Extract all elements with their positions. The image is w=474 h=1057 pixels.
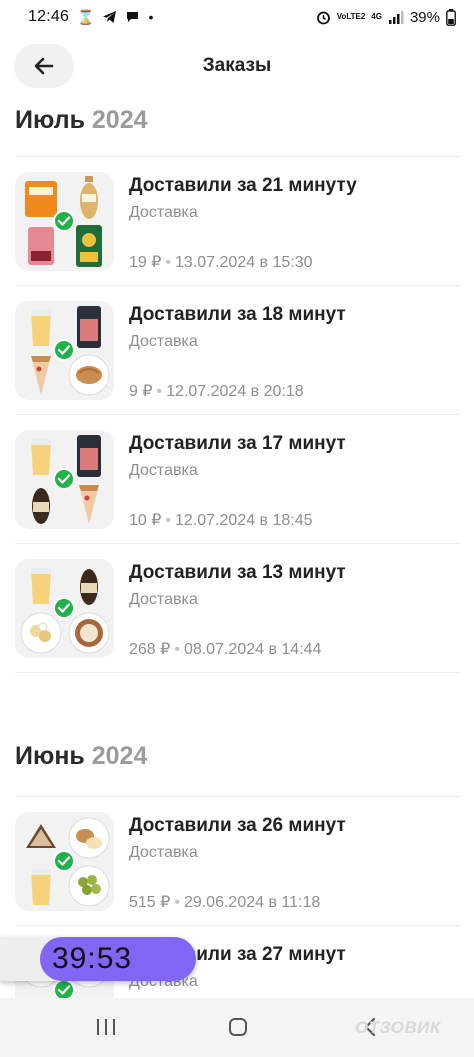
order-title: Доставили за 26 минут — [129, 815, 346, 836]
divider — [15, 672, 460, 673]
bread-icon — [79, 568, 98, 605]
section-header-june: Июнь 2024 — [15, 742, 147, 771]
hourglass-icon: ⌛ — [77, 9, 95, 25]
order-meta: 19 ₽ • 13.07.2024 в 15:30 — [129, 254, 313, 271]
order-price: 515 ₽ — [129, 894, 171, 911]
order-item[interactable]: Доставили за 13 минут Доставка 268 ₽ • 08.… — [15, 544, 460, 672]
delivered-check-icon — [53, 850, 75, 872]
back-nav-button[interactable] — [350, 1010, 390, 1044]
juice-glass-icon — [30, 438, 51, 475]
order-thumbnail — [15, 812, 114, 911]
juice-glass-icon — [30, 309, 51, 346]
pizza-slice-icon — [78, 484, 99, 524]
order-type: Доставка — [129, 591, 198, 608]
order-date: 08.07.2024 в 14:44 — [183, 641, 322, 658]
order-type: Доставка — [129, 844, 198, 861]
order-price: 19 ₽ — [129, 254, 162, 271]
header: Заказы — [0, 44, 474, 88]
year-label: 2024 — [91, 106, 148, 134]
delivered-check-icon — [53, 339, 75, 361]
timer-display[interactable]: 39:53 — [40, 937, 196, 981]
order-meta: 9 ₽ • 12.07.2024 в 20:18 — [129, 383, 304, 400]
back-chevron-icon — [364, 1017, 376, 1037]
section-header-july: Июль 2024 — [15, 106, 148, 135]
juice-glass-icon — [30, 567, 51, 604]
order-date: 29.06.2024 в 11:18 — [183, 894, 321, 911]
pie-plate-icon — [68, 612, 109, 653]
battery-icon — [446, 8, 456, 26]
bread-icon — [31, 487, 50, 524]
status-time: 12:46 — [28, 8, 70, 25]
order-price: 268 ₽ — [129, 641, 171, 658]
order-title: Доставили за 18 минут — [129, 304, 346, 325]
ham-package-icon — [76, 305, 101, 348]
month-label: Июнь — [15, 742, 85, 770]
juice-glass-icon — [30, 868, 51, 905]
system-navigation-bar — [0, 998, 474, 1057]
order-type: Доставка — [129, 333, 198, 350]
order-title: Доставили за 21 минуту — [129, 175, 357, 196]
delivered-check-icon — [53, 210, 75, 232]
order-date: 12.07.2024 в 18:45 — [175, 512, 313, 529]
ham-package-icon — [27, 226, 54, 265]
alarm-icon — [316, 11, 330, 24]
order-type: Доставка — [129, 462, 198, 479]
order-item[interactable]: Доставили за 17 минут Доставка 10 ₽ • 12.0… — [15, 415, 460, 543]
ham-package-icon — [76, 434, 101, 477]
floating-timer[interactable]: 39:53 — [0, 937, 196, 981]
notification-dot-icon: • — [148, 9, 154, 25]
order-date: 13.07.2024 в 15:30 — [175, 254, 313, 271]
order-meta: 10 ₽ • 12.07.2024 в 18:45 — [129, 512, 313, 529]
message-icon — [127, 12, 139, 22]
order-price: 9 ₽ — [129, 383, 153, 400]
network-type: 4G — [371, 12, 382, 21]
order-item[interactable]: Доставили за 18 минут Доставка 9 ₽ • 12.07… — [15, 286, 460, 414]
pasta-package-icon — [75, 224, 102, 267]
order-item[interactable]: Доставили за 26 минут Доставка 515 ₽ • 29.… — [15, 797, 460, 925]
year-label: 2024 — [91, 742, 148, 770]
order-meta: 268 ₽ • 08.07.2024 в 14:44 — [129, 641, 322, 658]
order-thumbnail — [15, 172, 114, 271]
month-label: Июль — [15, 106, 85, 134]
croissant-plate-icon — [68, 354, 109, 395]
order-date: 12.07.2024 в 20:18 — [166, 383, 304, 400]
order-item[interactable]: Доставили за 21 минуту Доставка 19 ₽ • 13.… — [15, 157, 460, 285]
product-pack-icon — [24, 180, 57, 217]
telegram-icon — [103, 11, 117, 23]
sandwich-icon — [25, 823, 56, 848]
home-icon — [229, 1018, 247, 1036]
pastry-plate-icon — [68, 817, 109, 858]
back-button[interactable] — [14, 44, 74, 88]
battery-percent: 39% — [409, 8, 440, 26]
order-title: Доставили за 13 минут — [129, 562, 346, 583]
sausage-package-icon — [79, 175, 98, 219]
order-meta: 515 ₽ • 29.06.2024 в 11:18 — [129, 894, 321, 911]
arrow-left-icon — [34, 57, 54, 75]
delivered-check-icon — [53, 597, 75, 619]
pizza-slice-icon — [30, 355, 51, 395]
delivered-check-icon — [53, 979, 75, 998]
home-button[interactable] — [218, 1010, 258, 1044]
order-price: 10 ₽ — [129, 512, 162, 529]
order-thumbnail — [15, 301, 114, 400]
grapes-plate-icon — [68, 865, 109, 906]
status-bar: 12:46 ⌛ • VoLTE2 4G 39% — [0, 0, 474, 34]
order-title: Доставили за 17 минут — [129, 433, 346, 454]
order-thumbnail — [15, 430, 114, 529]
signal-icon — [388, 11, 404, 24]
order-type: Доставка — [129, 204, 198, 221]
delivered-check-icon — [53, 468, 75, 490]
salad-plate-icon — [20, 612, 61, 653]
network-label: VoLTE2 — [336, 12, 366, 21]
recent-apps-button[interactable] — [86, 1010, 126, 1044]
order-thumbnail — [15, 559, 114, 658]
recent-apps-icon — [97, 1019, 115, 1035]
